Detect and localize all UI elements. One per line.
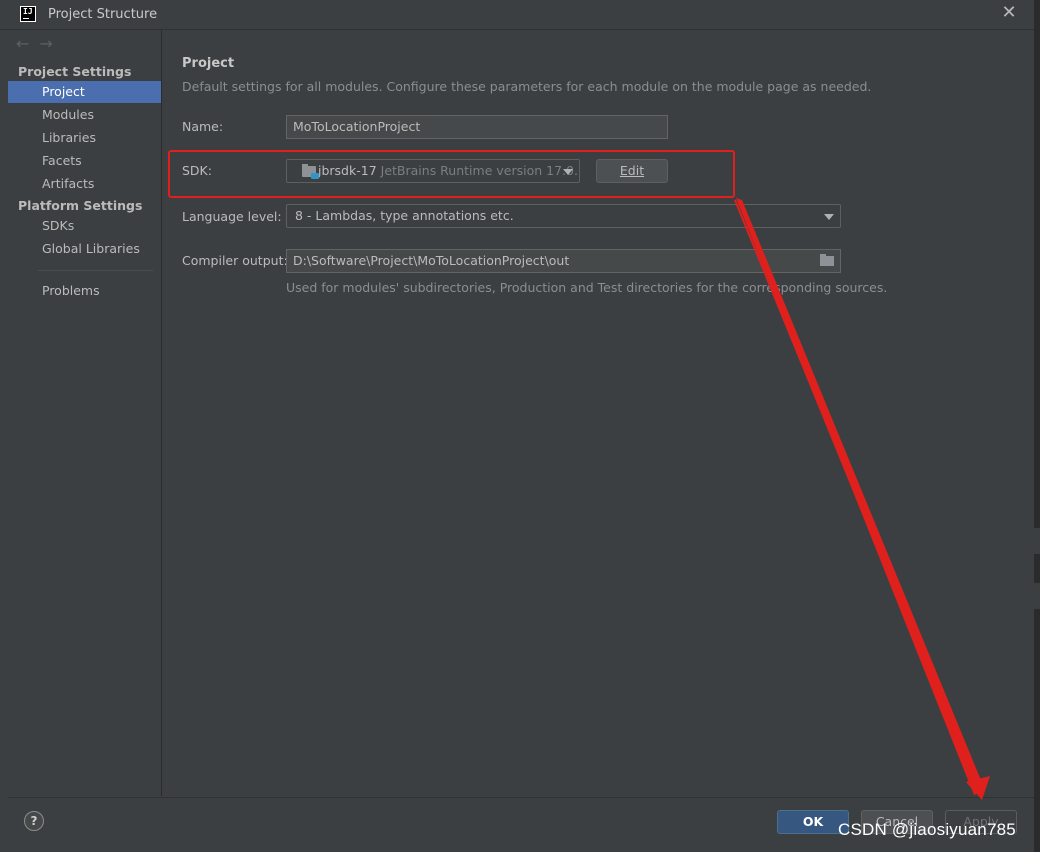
sidebar-item-modules[interactable]: Modules (8, 104, 161, 126)
sidebar-item-facets[interactable]: Facets (8, 150, 161, 172)
help-icon[interactable]: ? (24, 811, 44, 831)
name-field[interactable]: MoToLocationProject (286, 115, 668, 139)
language-level-label: Language level: (182, 209, 282, 224)
sidebar-item-libraries[interactable]: Libraries (8, 127, 161, 149)
title-bar: IJ Project Structure ✕ (0, 0, 1034, 30)
folder-browse-icon[interactable] (820, 254, 834, 266)
compiler-output-field[interactable]: D:\Software\Project\MoToLocationProject\… (286, 249, 841, 273)
sidebar-item-artifacts[interactable]: Artifacts (8, 173, 161, 195)
watermark: CSDN @jiaosiyuan785 (838, 820, 1016, 839)
language-level-dropdown[interactable]: 8 - Lambdas, type annotations etc. (286, 204, 841, 228)
sidebar-divider (38, 270, 153, 271)
close-icon[interactable]: ✕ (1000, 4, 1018, 22)
name-label: Name: (182, 119, 224, 134)
platform-settings-header: Platform Settings (18, 198, 143, 213)
main-panel: Project Default settings for all modules… (162, 30, 1034, 796)
compiler-output-value: D:\Software\Project\MoToLocationProject\… (293, 253, 570, 268)
language-level-value: 8 - Lambdas, type annotations etc. (295, 208, 514, 223)
project-settings-header: Project Settings (18, 64, 132, 79)
sdk-highlight-annotation (168, 150, 735, 198)
window-title: Project Structure (48, 7, 158, 22)
compiler-output-label: Compiler output: (182, 253, 288, 268)
forward-arrow-icon[interactable]: → (39, 34, 52, 53)
intellij-app-icon: IJ (20, 6, 36, 22)
sidebar-item-global-libraries[interactable]: Global Libraries (8, 238, 161, 260)
sidebar-item-project[interactable]: Project (8, 81, 161, 103)
back-arrow-icon[interactable]: ← (16, 34, 29, 53)
page-title: Project (182, 56, 235, 71)
page-description: Default settings for all modules. Config… (182, 79, 872, 94)
sidebar-item-sdks[interactable]: SDKs (8, 215, 161, 237)
sidebar: ← → Project Settings Project Modules Libr… (8, 30, 162, 796)
nav-arrows: ← → (16, 34, 63, 53)
chevron-down-icon (824, 214, 834, 220)
project-structure-dialog: IJ Project Structure ✕ ← → Project Settin… (0, 0, 1040, 852)
compiler-output-hint: Used for modules' subdirectories, Produc… (286, 280, 888, 295)
background-edge (1034, 0, 1040, 852)
sidebar-item-problems[interactable]: Problems (8, 280, 161, 302)
